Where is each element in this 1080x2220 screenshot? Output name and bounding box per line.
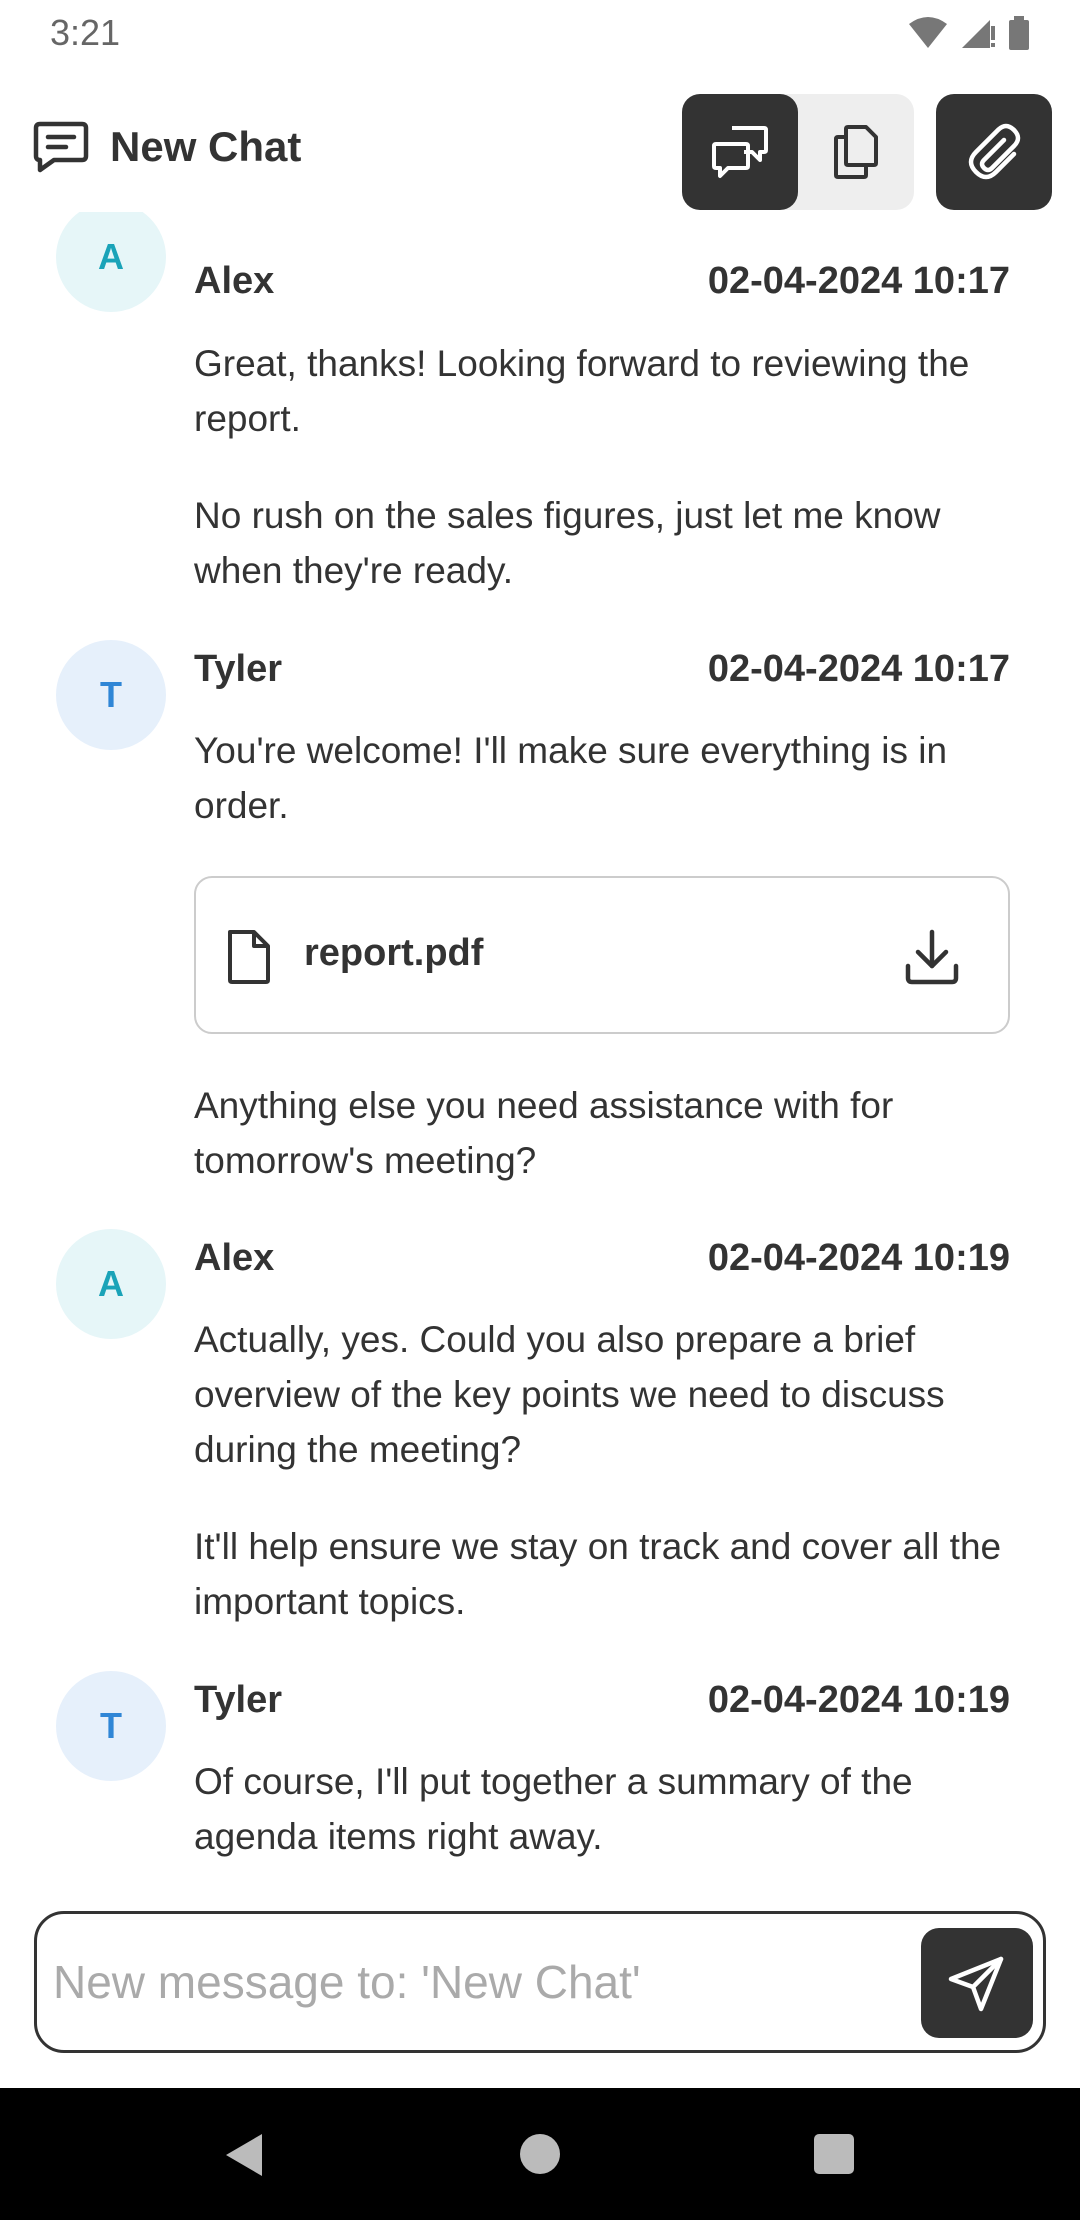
avatar: T [56,1671,166,1781]
avatar-initial: T [100,1705,122,1746]
status-icons [908,16,1030,50]
message-timestamp: 02-04-2024 10:19 [707,1679,1010,1721]
status-bar: 3:21 [0,0,1080,70]
message-timestamp: 02-04-2024 10:19 [707,1237,1010,1279]
message-text: Of course, I'll put together a summary o… [194,1761,913,1857]
copy-view-button[interactable] [798,94,914,210]
avatar: T [56,640,166,750]
wifi-icon [909,17,947,48]
message-input[interactable] [53,1934,913,2030]
message-timestamp: 02-04-2024 10:17 [707,648,1010,690]
send-icon [948,1956,1004,2012]
avatar-initial: T [100,674,122,715]
avatar-initial: A [98,1263,124,1304]
message-timestamp: 02-04-2024 10:17 [707,260,1010,302]
chat-bubble-icon [33,121,89,173]
status-time: 3:21 [50,12,121,53]
sender-name: Alex [194,1237,275,1279]
recents-icon[interactable] [814,2134,854,2174]
download-icon[interactable] [904,928,960,986]
sender-name: Alex [194,260,275,302]
view-toggle [682,94,914,210]
message-list[interactable]: A Alex 02-04-2024 10:17 Great, thanks! L… [0,212,1080,1900]
file-attachment[interactable]: report.pdf [194,876,1010,1034]
message-text: It'll help ensure we stay on track and c… [194,1526,1002,1622]
avatar-initial: A [98,236,124,277]
message-text: Anything else you need assistance with f… [194,1085,894,1181]
header-title-group: New Chat [32,120,301,174]
message-composer [34,1911,1046,2053]
message-text: No rush on the sales figures, just let m… [194,495,941,591]
conversations-view-button[interactable] [682,94,798,210]
message-text: Great, thanks! Looking forward to review… [194,343,970,439]
message-text: You're welcome! I'll make sure everythin… [194,730,948,826]
page-title: New Chat [110,123,302,170]
sender-name: Tyler [194,648,283,690]
home-icon[interactable] [520,2134,560,2174]
battery-icon [1009,16,1029,50]
cell-signal-icon [962,20,995,48]
back-icon[interactable] [222,2132,264,2178]
avatar: A [56,1229,166,1339]
sender-name: Tyler [194,1679,283,1721]
avatar: A [56,212,166,312]
copy-icon [834,125,878,179]
file-name: report.pdf [304,932,484,974]
send-button[interactable] [921,1928,1033,2038]
file-icon [228,930,270,984]
paperclip-icon [968,123,1021,180]
conversations-icon [712,126,768,178]
message-text: Actually, yes. Could you also prepare a … [194,1319,945,1470]
system-nav-bar [0,2088,1080,2220]
attach-button[interactable] [936,94,1052,210]
chat-header: New Chat [0,90,1080,212]
